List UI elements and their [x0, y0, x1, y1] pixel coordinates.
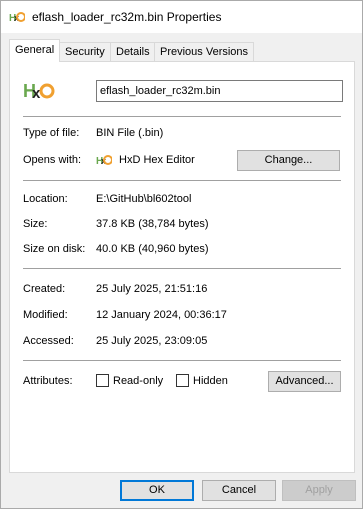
modified-value: 12 January 2024, 00:36:17 — [96, 309, 227, 321]
window-title: eflash_loader_rc32m.bin Properties — [32, 10, 222, 24]
tab-security[interactable]: Security — [59, 42, 111, 62]
separator — [23, 180, 341, 181]
change-button[interactable]: Change... — [237, 150, 340, 171]
hidden-label[interactable]: Hidden — [193, 375, 228, 387]
opens-with-value: HxD Hex Editor — [119, 154, 195, 166]
size-on-disk-value: 40.0 KB (40,960 bytes) — [96, 243, 209, 255]
separator — [23, 360, 341, 361]
properties-dialog: H x eflash_loader_rc32m.bin Properties G… — [0, 0, 363, 509]
advanced-button[interactable]: Advanced... — [268, 371, 341, 392]
modified-label: Modified: — [23, 309, 68, 321]
separator — [23, 116, 341, 117]
opens-with-label: Opens with: — [23, 154, 82, 166]
hxd-app-icon: H x — [23, 81, 55, 102]
file-name-input[interactable] — [96, 80, 343, 102]
readonly-label[interactable]: Read-only — [113, 375, 163, 387]
size-value: 37.8 KB (38,784 bytes) — [96, 218, 209, 230]
hxd-icon: H x — [9, 12, 25, 24]
type-value: BIN File (.bin) — [96, 127, 164, 139]
title-bar[interactable]: H x eflash_loader_rc32m.bin Properties — [1, 1, 362, 33]
tab-general[interactable]: General — [9, 39, 61, 62]
size-label: Size: — [23, 218, 48, 230]
location-value: E:\GitHub\bl602tool — [96, 193, 192, 205]
ok-button[interactable]: OK — [120, 480, 194, 501]
hidden-checkbox[interactable] — [176, 374, 189, 387]
apply-button[interactable]: Apply — [282, 480, 356, 501]
accessed-value: 25 July 2025, 23:09:05 — [96, 335, 208, 347]
separator — [23, 268, 341, 269]
created-value: 25 July 2025, 21:51:16 — [96, 283, 208, 295]
size-on-disk-label: Size on disk: — [23, 243, 86, 255]
type-label: Type of file: — [23, 127, 80, 139]
general-panel: H x Type of file: BIN File (.bin) Opens … — [9, 61, 355, 473]
readonly-checkbox[interactable] — [96, 374, 109, 387]
location-label: Location: — [23, 193, 68, 205]
svg-text:x: x — [32, 85, 41, 102]
tab-details[interactable]: Details — [110, 42, 156, 62]
cancel-button[interactable]: Cancel — [202, 480, 276, 501]
created-label: Created: — [23, 283, 66, 295]
accessed-label: Accessed: — [23, 335, 74, 347]
tab-previous-versions[interactable]: Previous Versions — [154, 42, 255, 62]
hxd-small-icon: H x — [96, 155, 112, 167]
attributes-label: Attributes: — [23, 375, 73, 387]
